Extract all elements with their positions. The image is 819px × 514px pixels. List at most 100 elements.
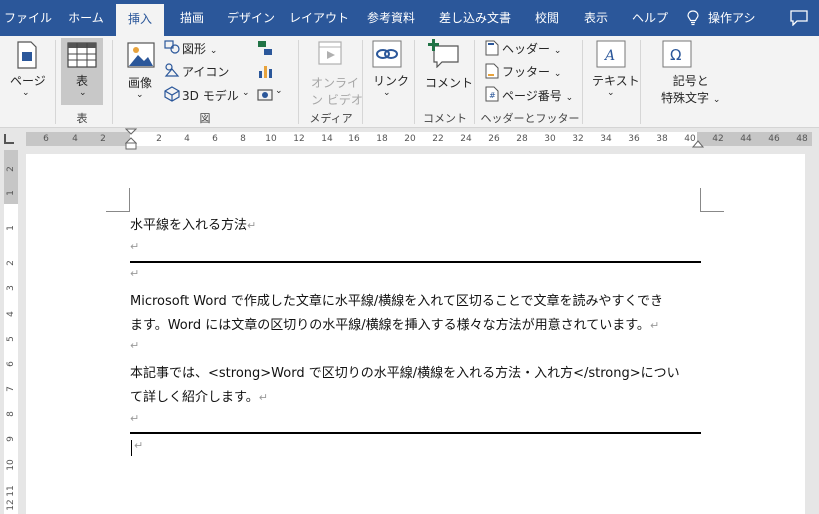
tab-file[interactable]: ファイル bbox=[0, 0, 56, 36]
header-button[interactable]: ヘッダー ⌄ bbox=[502, 40, 561, 57]
tab-draw[interactable]: 描画 bbox=[166, 0, 218, 36]
tab-design[interactable]: デザイン bbox=[220, 0, 282, 36]
3d-model-icon bbox=[164, 86, 180, 102]
table-icon bbox=[67, 42, 97, 68]
lightbulb-icon bbox=[687, 10, 699, 26]
chevron-down-icon: ⌄ bbox=[383, 88, 391, 98]
ruler-number: 20 bbox=[404, 134, 416, 144]
empty-paragraph[interactable]: ↵ bbox=[130, 338, 700, 353]
image-button[interactable]: 画像 bbox=[128, 74, 152, 91]
chevron-down-icon: ⌄ bbox=[79, 88, 87, 98]
tab-layout[interactable]: レイアウト bbox=[284, 0, 354, 36]
svg-text:A: A bbox=[603, 48, 615, 64]
ribbon-insert: ページ ⌄ 表 ⌄ 表 画像 ⌄ 図形 ⌄ アイコン 3D モデル ⌄ ⌄ 図 … bbox=[0, 36, 819, 128]
group-separator bbox=[362, 40, 363, 124]
ruler-number: 24 bbox=[460, 134, 472, 144]
ruler-number: 44 bbox=[740, 134, 752, 144]
online-video-label-1: オンライ bbox=[311, 76, 360, 90]
symbols-button[interactable]: 記号と 特殊文字 ⌄ bbox=[661, 72, 720, 106]
3d-model-button[interactable]: 3D モデル bbox=[182, 87, 239, 104]
screenshot-icon[interactable] bbox=[257, 86, 273, 102]
shapes-icon bbox=[164, 40, 180, 54]
horizontal-line-1[interactable] bbox=[130, 261, 701, 263]
tab-references[interactable]: 参考資料 bbox=[356, 0, 426, 36]
ruler-number: 28 bbox=[516, 134, 528, 144]
page-number-label: ページ番号 bbox=[502, 89, 562, 103]
group-separator bbox=[112, 40, 113, 124]
ruler-number: 22 bbox=[432, 134, 444, 144]
indent-markers-icon[interactable] bbox=[125, 128, 137, 150]
vruler-number: 9 bbox=[6, 436, 16, 442]
tab-mailings[interactable]: 差し込み文書 bbox=[428, 0, 522, 36]
ruler-number: 46 bbox=[768, 134, 780, 144]
para1-line1[interactable]: Microsoft Word で作成した文章に水平線/横線を入れて区切ることで文… bbox=[130, 290, 700, 309]
footer-button[interactable]: フッター ⌄ bbox=[502, 63, 561, 80]
ruler-number: 38 bbox=[656, 134, 668, 144]
paragraph-mark: ↵ bbox=[130, 267, 140, 280]
ruler-number: 4 bbox=[184, 134, 190, 144]
new-comment-button[interactable]: コメント bbox=[425, 74, 473, 91]
table-button[interactable]: 表 bbox=[76, 72, 88, 89]
vruler-number: 1 bbox=[6, 190, 16, 196]
ribbon-tab-bar: ファイル ホーム 挿入 描画 デザイン レイアウト 参考資料 差し込み文書 校閲… bbox=[0, 0, 819, 36]
group-label-comments: コメント bbox=[423, 112, 467, 125]
horizontal-line-2[interactable] bbox=[130, 432, 701, 434]
group-label-table: 表 bbox=[76, 112, 88, 125]
ruler-number: 6 bbox=[43, 134, 49, 144]
smartart-icon[interactable] bbox=[257, 40, 273, 56]
ruler-number: 14 bbox=[321, 134, 333, 144]
tab-insert[interactable]: 挿入 bbox=[116, 4, 164, 36]
ruler-number: 36 bbox=[628, 134, 640, 144]
para1-line2[interactable]: ます。Word には文章の区切りの水平線/横線を挿入する様々な方法が用意されてい… bbox=[130, 314, 700, 333]
doc-title-line[interactable]: 水平線を入れる方法↵ bbox=[130, 214, 700, 233]
horizontal-ruler[interactable]: 6 4 2 2 4 6 8 10 12 14 16 18 20 22 24 26 28 30 32 34 36 38 40 4… bbox=[0, 128, 819, 150]
empty-paragraph[interactable]: ↵ bbox=[134, 438, 704, 453]
empty-paragraph[interactable]: ↵ bbox=[130, 266, 700, 281]
paragraph-mark: ↵ bbox=[258, 391, 268, 404]
vruler-number: 6 bbox=[6, 361, 16, 367]
text-button[interactable]: テキスト bbox=[592, 72, 640, 89]
ruler-number: 10 bbox=[265, 134, 277, 144]
tab-home[interactable]: ホーム bbox=[58, 0, 114, 36]
tab-help[interactable]: ヘルプ bbox=[622, 0, 678, 36]
page-number-button[interactable]: ページ番号 ⌄ bbox=[502, 87, 573, 104]
para2-line1[interactable]: 本記事では、<strong>Word で区切りの水平線/横線を入れる方法・入れ方… bbox=[130, 362, 700, 381]
comments-icon[interactable] bbox=[790, 10, 808, 26]
vruler-number: 2 bbox=[6, 260, 16, 266]
empty-paragraph[interactable]: ↵ bbox=[130, 239, 700, 254]
paragraph-mark: ↵ bbox=[649, 319, 660, 332]
group-separator bbox=[298, 40, 299, 124]
tell-me-search[interactable]: 操作アシ bbox=[708, 0, 772, 36]
chevron-down-icon: ⌄ bbox=[22, 88, 30, 98]
ruler-number: 16 bbox=[348, 134, 360, 144]
online-video-icon bbox=[318, 41, 342, 65]
document-page[interactable]: 水平線を入れる方法↵ ↵ ↵ Microsoft Word で作成した文章に水平… bbox=[26, 154, 805, 514]
empty-paragraph[interactable]: ↵ bbox=[130, 411, 700, 426]
online-video-button[interactable]: オンライン ビデオ bbox=[311, 74, 363, 108]
ruler-number: 12 bbox=[293, 134, 305, 144]
paragraph-mark: ↵ bbox=[134, 439, 144, 452]
tab-view[interactable]: 表示 bbox=[572, 0, 620, 36]
group-separator bbox=[474, 40, 475, 124]
new-comment-icon bbox=[428, 39, 459, 68]
page-icon bbox=[17, 41, 37, 69]
icons-button[interactable]: アイコン bbox=[182, 63, 229, 80]
link-button[interactable]: リンク bbox=[373, 72, 409, 89]
ruler-number: 2 bbox=[100, 134, 106, 144]
group-label-illustrations: 図 bbox=[199, 112, 211, 125]
doc-title-text: 水平線を入れる方法 bbox=[130, 218, 248, 233]
chevron-down-icon: ⌄ bbox=[607, 88, 615, 98]
vruler-number: 8 bbox=[6, 411, 16, 417]
right-indent-marker-icon[interactable] bbox=[692, 140, 704, 148]
svg-text:Ω: Ω bbox=[670, 46, 681, 64]
tab-selector-icon[interactable] bbox=[4, 134, 14, 144]
page-button[interactable]: ページ bbox=[10, 72, 46, 89]
tab-review[interactable]: 校閲 bbox=[524, 0, 570, 36]
vertical-ruler[interactable]: 2 1 1 2 3 4 5 6 7 8 9 10 11 12 bbox=[0, 150, 22, 514]
shapes-button[interactable]: 図形 ⌄ bbox=[182, 40, 217, 57]
para2-line2[interactable]: て詳しく紹介します。↵ bbox=[130, 386, 700, 405]
chart-icon[interactable] bbox=[257, 63, 273, 79]
vruler-number: 5 bbox=[6, 336, 16, 342]
header-icon bbox=[485, 40, 499, 56]
picture-icon bbox=[127, 42, 155, 68]
